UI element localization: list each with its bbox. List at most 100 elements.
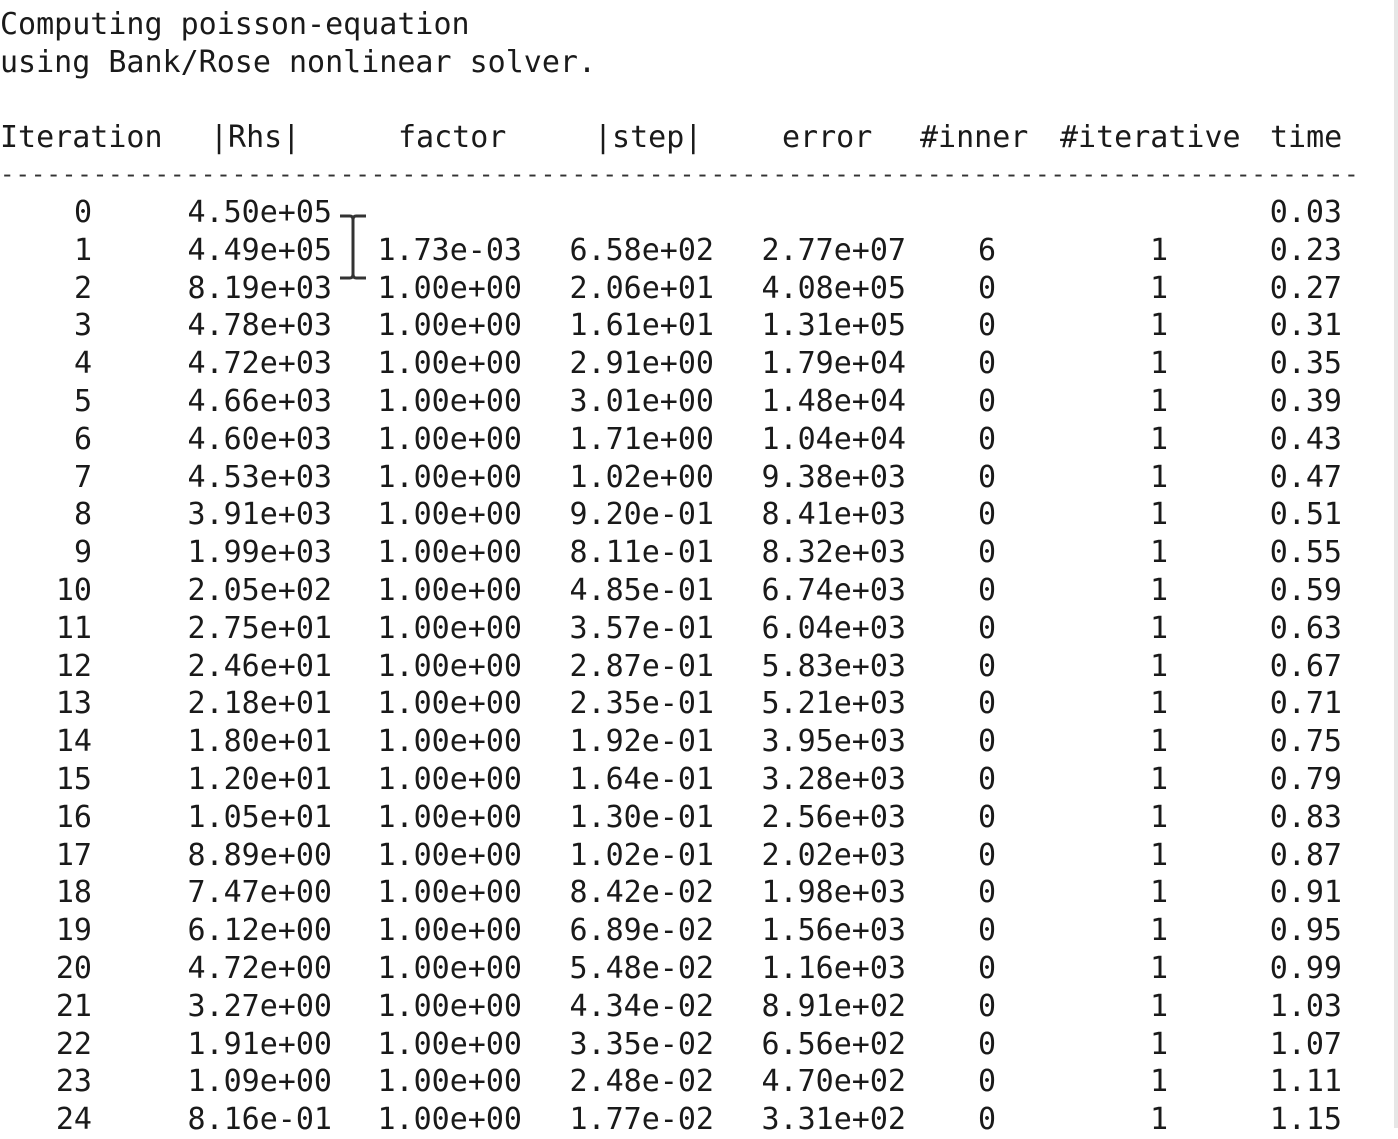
cell-step: 2.35e-01 [569, 686, 715, 722]
cell-inner: 0 [977, 270, 996, 306]
table-row: 23 1.09e+00 1.00e+00 2.48e-02 4.70e+02 0 1 1.11 [0, 1063, 1398, 1101]
cell-error: 3.28e+03 [761, 762, 907, 797]
cell-iterative: 1 [1149, 686, 1168, 722]
cell-rhs: 1.05e+01 [187, 799, 333, 835]
cell-step: 1.92e-01 [569, 724, 715, 760]
cell-rhs: 1.80e+01 [187, 724, 333, 760]
cell-iterative: 1 [1149, 1064, 1168, 1100]
table-row: 18 7.47e+00 1.00e+00 8.42e-02 1.98e+03 0 1 0.91 [0, 874, 1398, 912]
cell-step: 1.02e+00 [569, 459, 715, 495]
cell-time: 1.15 [1269, 1102, 1342, 1138]
cell-factor: 1.00e+00 [377, 951, 523, 986]
cell-step: 1.71e+00 [569, 421, 715, 457]
cell-factor: 1.00e+00 [377, 459, 523, 495]
cell-iteration: 7 [73, 459, 92, 495]
cell-time: 0.67 [1269, 648, 1342, 684]
cell-time: 0.27 [1269, 270, 1342, 306]
cell-inner: 0 [977, 686, 996, 722]
cell-iteration: 20 [55, 951, 92, 986]
cell-time: 0.31 [1269, 308, 1342, 344]
cell-step: 9.20e-01 [569, 497, 715, 533]
cell-rhs: 3.27e+00 [187, 988, 333, 1024]
cell-time: 0.71 [1269, 686, 1342, 722]
cell-rhs: 4.78e+03 [187, 308, 333, 344]
cell-error: 8.32e+03 [761, 535, 907, 571]
cell-time: 0.51 [1269, 497, 1342, 533]
cell-factor: 1.00e+00 [377, 1102, 523, 1138]
cell-iteration: 10 [55, 573, 92, 608]
cell-error: 8.41e+03 [761, 497, 907, 533]
cell-time: 0.39 [1269, 384, 1342, 419]
cell-time: 0.55 [1269, 535, 1342, 571]
cell-iteration: 0 [73, 195, 92, 230]
cell-time: 1.07 [1269, 1026, 1342, 1062]
cell-factor: 1.00e+00 [377, 421, 523, 457]
cell-time: 0.47 [1269, 459, 1342, 495]
cell-time: 0.59 [1269, 573, 1342, 608]
cell-inner: 0 [977, 1026, 996, 1062]
table-row: 19 6.12e+00 1.00e+00 6.89e-02 1.56e+03 0 1 0.95 [0, 912, 1398, 950]
cell-iterative: 1 [1149, 1026, 1168, 1062]
cell-iteration: 15 [55, 762, 92, 797]
cell-inner: 0 [977, 535, 996, 571]
cell-step: 4.34e-02 [569, 988, 715, 1024]
table-row: 24 8.16e-01 1.00e+00 1.77e-02 3.31e+02 0 1 1.15 [0, 1101, 1398, 1139]
cell-inner: 0 [977, 837, 996, 873]
cell-iteration: 17 [55, 837, 92, 873]
cell-error: 2.02e+03 [761, 837, 907, 873]
cell-time: 0.43 [1269, 421, 1342, 457]
cell-inner: 0 [977, 1064, 996, 1100]
cell-inner: 0 [977, 875, 996, 911]
cell-rhs: 2.46e+01 [187, 648, 333, 684]
cell-iteration: 11 [55, 610, 92, 646]
cell-time: 0.03 [1269, 195, 1342, 230]
cell-error: 3.95e+03 [761, 724, 907, 760]
header-inner: #inner [920, 120, 1029, 155]
table-header: Iteration |Rhs| factor |step| error #inn… [0, 119, 1398, 157]
cell-error: 4.08e+05 [761, 270, 907, 306]
cell-error: 6.56e+02 [761, 1026, 907, 1062]
cell-iterative: 1 [1149, 610, 1168, 646]
cell-factor: 1.00e+00 [377, 762, 523, 797]
cell-inner: 0 [977, 762, 996, 797]
cell-factor: 1.00e+00 [377, 308, 523, 344]
table-row: 7 4.53e+03 1.00e+00 1.02e+00 9.38e+03 0 1 0.47 [0, 459, 1398, 497]
table-row: 22 1.91e+00 1.00e+00 3.35e-02 6.56e+02 0 1 1.07 [0, 1026, 1398, 1064]
cell-inner: 0 [977, 648, 996, 684]
cell-inner: 0 [977, 421, 996, 457]
cell-inner: 0 [977, 913, 996, 949]
header-time: time [1270, 120, 1343, 155]
cell-error: 9.38e+03 [761, 459, 907, 495]
cell-iteration: 6 [73, 421, 92, 457]
cell-rhs: 2.75e+01 [187, 610, 333, 646]
cell-factor: 1.00e+00 [377, 837, 523, 873]
cell-iterative: 1 [1149, 875, 1168, 911]
cell-rhs: 8.19e+03 [187, 270, 333, 306]
cell-inner: 0 [977, 1102, 996, 1138]
cell-iterative: 1 [1149, 837, 1168, 873]
cell-step: 2.48e-02 [569, 1064, 715, 1100]
cell-rhs: 4.66e+03 [187, 384, 333, 419]
table-row: 9 1.99e+03 1.00e+00 8.11e-01 8.32e+03 0 1 0.55 [0, 534, 1398, 572]
cell-rhs: 2.18e+01 [187, 686, 333, 722]
cell-step: 6.58e+02 [569, 232, 715, 268]
cell-step: 2.91e+00 [569, 346, 715, 382]
table-row: 12 2.46e+01 1.00e+00 2.87e-01 5.83e+03 0 1 0.67 [0, 648, 1398, 686]
cell-iterative: 1 [1149, 724, 1168, 760]
cell-iteration: 14 [55, 724, 92, 760]
cell-step: 1.30e-01 [569, 799, 715, 835]
table-row: 21 3.27e+00 1.00e+00 4.34e-02 8.91e+02 0 1 1.03 [0, 988, 1398, 1026]
cell-rhs: 4.50e+05 [187, 195, 333, 230]
intro-line-2: using Bank/Rose nonlinear solver. [0, 45, 597, 80]
cell-rhs: 2.05e+02 [187, 573, 333, 608]
cell-iterative: 1 [1149, 1102, 1168, 1138]
cell-iteration: 8 [73, 497, 92, 533]
cell-error: 6.04e+03 [761, 610, 907, 646]
terminal-output[interactable]: Computing poisson-equation using Bank/Ro… [0, 0, 1398, 1137]
cell-inner: 0 [977, 799, 996, 835]
cell-time: 0.99 [1269, 951, 1342, 986]
text-cursor-icon [340, 214, 366, 280]
cell-time: 0.35 [1269, 346, 1342, 382]
cell-error: 1.16e+03 [761, 951, 907, 986]
table-row: 15 1.20e+01 1.00e+00 1.64e-01 3.28e+03 0 1 0.79 [0, 761, 1398, 799]
